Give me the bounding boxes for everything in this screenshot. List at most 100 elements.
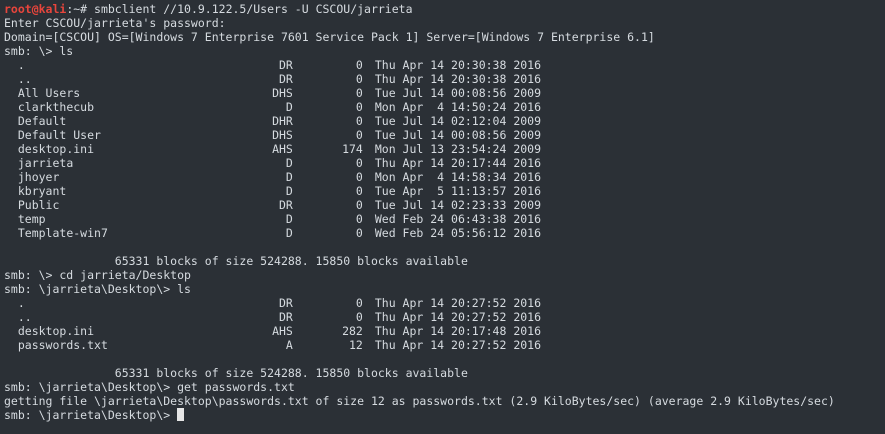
entry-attributes: D [285,156,293,170]
entry-attributes: DR [279,310,293,324]
listing-row: passwords.txt A 12 Thu Apr 14 20:27:52 2016 [4,338,885,352]
entry-size: 0 [355,212,363,226]
final-prompt-line[interactable]: smb: \jarrieta\Desktop\> [4,408,885,422]
entry-date: Tue Apr 5 11:13:57 2016 [374,184,542,198]
terminal-window[interactable]: root@kali:~# smbclient //10.9.122.5/User… [0,0,885,434]
entry-size: 0 [355,310,363,324]
final-prompt: smb: \jarrieta\Desktop\> [4,408,178,422]
entry-name: Default User [17,128,101,142]
listing-row: .. DR 0 Thu Apr 14 20:27:52 2016 [4,310,885,324]
entry-name: . [17,296,25,310]
listing-row: jarrieta D 0 Thu Apr 14 20:17:44 2016 [4,156,885,170]
entry-date: Thu Apr 14 20:30:38 2016 [374,58,542,72]
listing-row: desktop.ini AHS 282 Thu Apr 14 20:17:48 201… [4,324,885,338]
entry-date: Thu Apr 14 20:27:52 2016 [374,310,542,324]
entry-attributes: DHR [272,114,293,128]
get-command: smb: \jarrieta\Desktop\> get passwords.t… [4,380,295,394]
blocks-summary: 65331 blocks of size 524288. 15850 block… [4,366,468,380]
cd-command: smb: \> cd jarrieta/Desktop [4,268,191,282]
entry-attributes: AHS [272,142,293,156]
entry-size: 174 [342,142,363,156]
entry-size: 0 [355,58,363,72]
listing-row: All Users DHS 0 Tue Jul 14 00:08:56 2009 [4,86,885,100]
entry-date: Mon Apr 4 14:58:34 2016 [374,170,542,184]
entry-name: desktop.ini [17,324,95,338]
text-cursor [177,408,185,421]
entry-name: temp [17,212,46,226]
entry-date: Thu Apr 14 20:27:52 2016 [374,296,542,310]
entry-name: jarrieta [17,156,74,170]
entry-name: . [17,58,25,72]
entry-size: 0 [355,198,363,212]
desktop-listing: . DR 0 Thu Apr 14 20:27:52 2016 .. DR 0 Thu Ap… [4,296,885,352]
entry-attributes: AHS [272,324,293,338]
smbclient-command: smbclient //10.9.122.5/Users -U CSCOU/ja… [94,2,413,16]
entry-size: 0 [355,156,363,170]
entry-size: 0 [355,184,363,198]
entry-date: Thu Apr 14 20:17:44 2016 [374,156,542,170]
entry-attributes: D [285,226,293,240]
entry-size: 0 [355,86,363,100]
entry-date: Tue Jul 14 00:08:56 2009 [374,86,542,100]
entry-date: Thu Apr 14 20:27:52 2016 [374,338,542,352]
entry-size: 0 [355,170,363,184]
password-prompt: Enter CSCOU/jarrieta's password: [4,16,226,30]
listing-row: Default DHR 0 Tue Jul 14 02:12:04 2009 [4,114,885,128]
entry-date: Mon Apr 4 14:50:24 2016 [374,100,542,114]
entry-attributes: D [285,170,293,184]
listing-row: kbryant D 0 Tue Apr 5 11:13:57 2016 [4,184,885,198]
entry-name: clarkthecub [17,100,95,114]
root-listing: . DR 0 Thu Apr 14 20:30:38 2016 .. DR 0 Thu Ap… [4,58,885,240]
shell-command-line: root@kali:~# smbclient //10.9.122.5/User… [4,2,885,16]
entry-date: Tue Jul 14 02:23:33 2009 [374,198,542,212]
entry-date: Wed Feb 24 05:56:12 2016 [374,226,542,240]
entry-size: 0 [355,72,363,86]
listing-row: Public DR 0 Tue Jul 14 02:23:33 2009 [4,198,885,212]
get-result: getting file \jarrieta\Desktop\passwords… [4,394,835,408]
listing-row: temp D 0 Wed Feb 24 06:43:38 2016 [4,212,885,226]
entry-attributes: DR [279,58,293,72]
entry-name: Default [17,114,67,128]
entry-attributes: D [285,184,293,198]
entry-attributes: DR [279,198,293,212]
prompt-user: root@kali [4,2,67,16]
listing-row: jhoyer D 0 Mon Apr 4 14:58:34 2016 [4,170,885,184]
entry-size: 282 [342,324,363,338]
entry-attributes: DR [279,296,293,310]
listing-row: clarkthecub D 0 Mon Apr 4 14:50:24 2016 [4,100,885,114]
entry-date: Thu Apr 14 20:17:48 2016 [374,324,542,338]
entry-date: Wed Feb 24 06:43:38 2016 [374,212,542,226]
entry-name: Template-win7 [17,226,108,240]
desktop-ls-command: smb: \jarrieta\Desktop\> ls [4,282,191,296]
entry-name: All Users [17,86,81,100]
entry-attributes: D [285,212,293,226]
entry-name: jhoyer [17,170,60,184]
entry-attributes: D [285,100,293,114]
entry-size: 0 [355,114,363,128]
listing-row: desktop.ini AHS 174 Mon Jul 13 23:54:24 200… [4,142,885,156]
entry-date: Tue Jul 14 02:12:04 2009 [374,114,542,128]
entry-date: Mon Jul 13 23:54:24 2009 [374,142,542,156]
listing-row: .. DR 0 Thu Apr 14 20:30:38 2016 [4,72,885,86]
entry-size: 12 [349,338,363,352]
blocks-summary: 65331 blocks of size 524288. 15850 block… [4,254,468,268]
listing-row: Default User DHS 0 Tue Jul 14 00:08:56 2009 [4,128,885,142]
entry-name: passwords.txt [17,338,108,352]
prompt-host-path: :~# [66,2,95,16]
smb-ls-command: smb: \> ls [4,44,74,58]
entry-date: Thu Apr 14 20:30:38 2016 [374,72,542,86]
listing-row: . DR 0 Thu Apr 14 20:27:52 2016 [4,296,885,310]
entry-name: .. [17,72,32,86]
entry-name: desktop.ini [17,142,95,156]
entry-attributes: DHS [272,128,293,142]
entry-name: .. [17,310,32,324]
entry-name: kbryant [17,184,67,198]
entry-size: 0 [355,128,363,142]
entry-size: 0 [355,226,363,240]
entry-name: Public [17,198,60,212]
listing-row: Template-win7 D 0 Wed Feb 24 05:56:12 2016 [4,226,885,240]
entry-size: 0 [355,296,363,310]
listing-row: . DR 0 Thu Apr 14 20:30:38 2016 [4,58,885,72]
